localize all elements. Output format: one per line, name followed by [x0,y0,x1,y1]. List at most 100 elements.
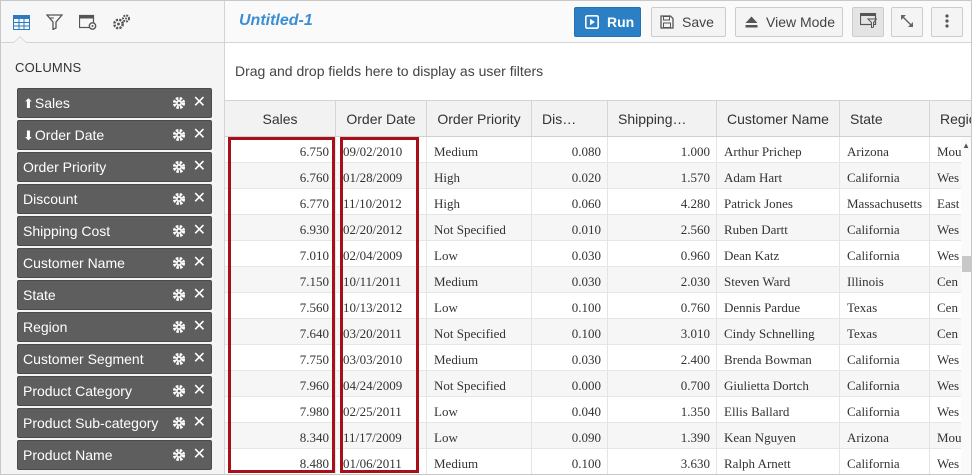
gear-icon[interactable] [172,384,186,398]
cell-shipping-cost: 2.560 [608,215,717,241]
gear-icon[interactable] [172,224,186,238]
column-chip[interactable]: Shipping Cost ✕ [17,216,212,246]
column-chip[interactable]: Product Sub-category ✕ [17,408,212,438]
gear-icon[interactable] [172,288,186,302]
column-chip[interactable]: ⬆Sales ✕ [17,88,212,118]
remove-column-icon[interactable]: ✕ [193,158,206,176]
gear-icon[interactable] [172,448,186,462]
remove-column-icon[interactable]: ✕ [193,222,206,240]
cell-order-priority: Not Specified [427,371,532,397]
table-row[interactable]: 6.930 02/20/2012 Not Specified 0.010 2.560 Ru… [225,215,961,241]
cell-order-priority: Medium [427,267,532,293]
remove-column-icon[interactable]: ✕ [193,350,206,368]
report-title[interactable]: Untitled-1 [239,12,313,30]
remove-column-icon[interactable]: ✕ [193,126,206,144]
table-row[interactable]: 7.980 02/25/2011 Low 0.040 1.350 Ellis Ballar… [225,397,961,423]
column-name: Customer Segment [23,351,144,367]
expand-button[interactable] [891,7,923,37]
filter-panel-toggle-button[interactable] [852,7,884,37]
filter-drop-hint: Drag and drop fields here to display as … [235,63,544,79]
highlight-box-order-date [340,137,419,473]
run-button[interactable]: Run [574,7,641,37]
column-header-order-priority[interactable]: Order Priority [427,101,532,136]
gear-icon[interactable] [172,320,186,334]
eject-icon [745,16,758,28]
cell-shipping-cost: 1.570 [608,163,717,189]
remove-column-icon[interactable]: ✕ [193,286,206,304]
table-row[interactable]: 7.960 04/24/2009 Not Specified 0.000 0.700 Gi… [225,371,961,397]
table-row[interactable]: 6.760 01/28/2009 High 0.020 1.570 Adam Hart Ca… [225,163,961,189]
table-row[interactable]: 7.560 10/13/2012 Low 0.100 0.760 Dennis Pardu… [225,293,961,319]
column-chip[interactable]: Customer Name ✕ [17,248,212,278]
cell-order-priority: Low [427,293,532,319]
table-row[interactable]: 8.340 11/17/2009 Low 0.090 1.390 Kean Nguyen A… [225,423,961,449]
cell-order-priority: High [427,163,532,189]
column-chip[interactable]: Region ✕ [17,312,212,342]
cell-customer-name: Steven Ward [717,267,840,293]
sort-ascending-icon[interactable]: ⬆ [23,96,34,111]
cell-region: Wes [930,449,961,474]
column-header-order-date[interactable]: Order Date [336,101,427,136]
column-chip[interactable]: State ✕ [17,280,212,310]
cell-order-priority: Medium [427,137,532,163]
gear-icon[interactable] [172,128,186,142]
table-row[interactable]: 7.640 03/20/2011 Not Specified 0.100 3.010 Ci… [225,319,961,345]
column-chip[interactable]: Customer Segment ✕ [17,344,212,374]
table-row[interactable]: 7.010 02/04/2009 Low 0.030 0.960 Dean Katz Cal… [225,241,961,267]
user-filter-drop-zone[interactable]: Drag and drop fields here to display as … [225,43,971,101]
column-header-state[interactable]: State [840,101,930,136]
window-settings-icon[interactable] [78,12,98,32]
column-name: Order Priority [23,159,107,175]
column-header-customer-name[interactable]: Customer Name [717,101,840,136]
vertical-scrollbar[interactable]: ▲ [961,137,971,474]
cell-customer-name: Adam Hart [717,163,840,189]
remove-column-icon[interactable]: ✕ [193,254,206,272]
filter-icon[interactable] [44,12,64,32]
left-panel: COLUMNS ⬆Sales ✕ ⬇Order Date ✕ Order Priorit… [1,1,225,474]
more-options-button[interactable] [931,7,963,37]
sort-descending-icon[interactable]: ⬇ [23,128,34,143]
cell-customer-name: Ralph Arnett [717,449,840,474]
scrollbar-thumb[interactable] [962,256,971,272]
remove-column-icon[interactable]: ✕ [193,94,206,112]
cell-order-priority: Low [427,241,532,267]
remove-column-icon[interactable]: ✕ [193,446,206,464]
filter-window-icon [859,12,878,31]
gear-icon[interactable] [172,96,186,110]
cell-order-priority: Low [427,397,532,423]
table-row[interactable]: 7.150 10/11/2011 Medium 0.030 2.030 Steven Wa… [225,267,961,293]
remove-column-icon[interactable]: ✕ [193,190,206,208]
view-mode-button[interactable]: View Mode [735,7,843,37]
column-chip[interactable]: Order Priority ✕ [17,152,212,182]
gear-icon[interactable] [172,160,186,174]
column-header-discount[interactable]: Dis… [532,101,608,136]
gear-icon[interactable] [172,416,186,430]
table-grid-icon[interactable] [11,12,31,32]
column-header-shipping-cost[interactable]: Shipping… [608,101,717,136]
column-header-region[interactable]: Regio [930,101,971,136]
gear-icon[interactable] [172,256,186,270]
table-row[interactable]: 8.480 01/06/2011 Medium 0.100 3.630 Ralph Arn… [225,449,961,474]
column-chip[interactable]: Product Category ✕ [17,376,212,406]
gear-icon[interactable] [172,192,186,206]
column-chip[interactable]: Product Name ✕ [17,440,212,470]
cell-shipping-cost: 3.630 [608,449,717,474]
table-row[interactable]: 7.750 03/03/2010 Medium 0.030 2.400 Brenda Bo… [225,345,961,371]
cell-discount: 0.030 [532,241,608,267]
table-row[interactable]: 6.750 09/02/2010 Medium 0.080 1.000 Arthur Pr… [225,137,961,163]
table-row[interactable]: 6.770 11/10/2012 High 0.060 4.280 Patrick Jon… [225,189,961,215]
cell-customer-name: Ellis Ballard [717,397,840,423]
gears-icon[interactable] [111,12,131,32]
cell-customer-name: Dean Katz [717,241,840,267]
save-button[interactable]: Save [651,7,726,37]
remove-column-icon[interactable]: ✕ [193,414,206,432]
cell-state: California [840,449,930,474]
gear-icon[interactable] [172,352,186,366]
column-chip[interactable]: Discount ✕ [17,184,212,214]
column-header-sales[interactable]: Sales [225,101,336,136]
scroll-up-arrow-icon[interactable]: ▲ [962,141,970,150]
column-chip[interactable]: ⬇Order Date ✕ [17,120,212,150]
remove-column-icon[interactable]: ✕ [193,318,206,336]
cell-shipping-cost: 4.280 [608,189,717,215]
remove-column-icon[interactable]: ✕ [193,382,206,400]
